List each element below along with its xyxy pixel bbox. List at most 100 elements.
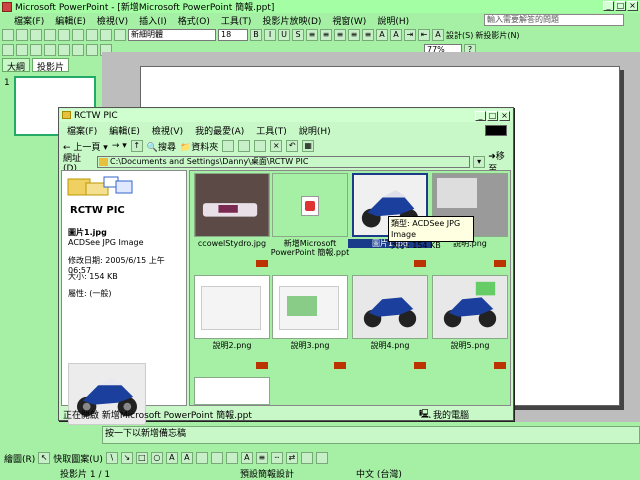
line-style-icon[interactable]: ≡	[255, 452, 268, 464]
draw-menu[interactable]: 繪圖(R)	[4, 452, 35, 465]
menu-window[interactable]: 視窗(W)	[332, 14, 366, 27]
clipart-icon[interactable]	[195, 452, 208, 464]
address-dropdown-icon[interactable]: ▾	[473, 156, 486, 168]
indent-icon[interactable]: ⇥	[404, 29, 416, 41]
textbox-icon[interactable]: A	[165, 452, 178, 464]
rectangle-icon[interactable]: □	[135, 452, 148, 464]
shadow-button[interactable]: S	[292, 29, 304, 41]
search-button[interactable]: 🔍搜尋	[147, 140, 176, 153]
ex-menu-tools[interactable]: 工具(T)	[256, 124, 287, 137]
outdent-icon[interactable]: ⇤	[418, 29, 430, 41]
help-question-box[interactable]: 輸入需要解答的問題	[484, 14, 624, 26]
tab-outline[interactable]: 大綱	[2, 58, 31, 73]
spellcheck-icon[interactable]	[58, 29, 70, 41]
bold-button[interactable]: B	[250, 29, 262, 41]
hyperlink-icon[interactable]	[2, 44, 14, 56]
design-button[interactable]: 設計(S)	[446, 30, 473, 41]
grayscale-icon[interactable]	[86, 44, 98, 56]
align-right-icon[interactable]: ≡	[334, 29, 346, 41]
status-language: 中文 (台灣)	[356, 469, 402, 480]
oval-icon[interactable]: ○	[150, 452, 163, 464]
file-tile[interactable]	[194, 377, 270, 405]
search-label: 搜尋	[157, 142, 176, 153]
menu-view[interactable]: 檢視(V)	[97, 14, 128, 27]
file-tile[interactable]: ccowelStydro.jpg	[194, 173, 270, 269]
address-field[interactable]: C:\Documents and Settings\Danny\桌面\RCTW …	[97, 156, 471, 168]
explorer-close-button[interactable]: ×	[499, 111, 510, 121]
file-tile[interactable]: 說明2.png	[194, 275, 270, 371]
dash-style-icon[interactable]: ┄	[270, 452, 283, 464]
menu-help[interactable]: 說明(H)	[377, 14, 409, 27]
menu-insert[interactable]: 插入(I)	[139, 14, 167, 27]
font-shrink-icon[interactable]: A	[390, 29, 402, 41]
italic-button[interactable]: I	[264, 29, 276, 41]
save-icon[interactable]	[30, 29, 42, 41]
menu-edit[interactable]: 編輯(E)	[55, 14, 86, 27]
picture-icon[interactable]	[44, 44, 56, 56]
font-color-icon[interactable]: A	[432, 29, 444, 41]
numbering-icon[interactable]: ≡	[348, 29, 360, 41]
wordart-icon[interactable]: A	[180, 452, 193, 464]
menu-slideshow[interactable]: 投影片放映(D)	[262, 14, 321, 27]
underline-button[interactable]: U	[278, 29, 290, 41]
file-tile[interactable]: 說明4.png	[352, 275, 428, 371]
font-size-combo[interactable]: 18	[218, 29, 248, 41]
explorer-maximize-button[interactable]: □	[487, 111, 498, 121]
new-icon[interactable]	[2, 29, 14, 41]
menu-file[interactable]: 檔案(F)	[14, 14, 44, 27]
menu-tools[interactable]: 工具(T)	[221, 14, 252, 27]
arrow-style-icon[interactable]: ⇄	[285, 452, 298, 464]
tab-slides[interactable]: 投影片	[32, 58, 70, 73]
file-tile[interactable]: 說明3.png	[272, 275, 348, 371]
menu-format[interactable]: 格式(O)	[178, 14, 210, 27]
line-color-icon[interactable]	[225, 452, 238, 464]
select-arrow-icon[interactable]: ↖	[38, 452, 51, 464]
copy-icon[interactable]	[86, 29, 98, 41]
format-painter-icon[interactable]	[58, 44, 70, 56]
text-color-icon[interactable]: A	[240, 452, 253, 464]
notes-pane[interactable]: 按一下以新增備忘稿	[102, 426, 640, 444]
drawing-toolbar: 繪圖(R) ↖ 快取圖案(U) \ ↘ □ ○ A A A ≡ ┄ ⇄	[0, 450, 640, 466]
explorer-window: RCTW PIC _ □ × 檔案(F) 編輯(E) 檢視(V) 我的最愛(A)…	[58, 107, 514, 425]
ex-menu-favorites[interactable]: 我的最愛(A)	[195, 124, 244, 137]
ex-menu-edit[interactable]: 編輯(E)	[109, 124, 140, 137]
forward-icon[interactable]: → ▾	[112, 141, 127, 151]
autoshapes-menu[interactable]: 快取圖案(U)	[53, 452, 103, 465]
redo-icon[interactable]	[72, 44, 84, 56]
align-center-icon[interactable]: ≡	[320, 29, 332, 41]
3d-style-icon[interactable]	[315, 452, 328, 464]
shadow-style-icon[interactable]	[300, 452, 313, 464]
undo-icon[interactable]	[114, 29, 126, 41]
open-icon[interactable]	[16, 29, 28, 41]
arrow-icon[interactable]: ↘	[120, 452, 133, 464]
fill-color-icon[interactable]	[210, 452, 223, 464]
minimize-button[interactable]: _	[603, 1, 614, 11]
move-to-icon[interactable]	[238, 140, 251, 152]
font-grow-icon[interactable]: A	[376, 29, 388, 41]
ex-menu-view[interactable]: 檢視(V)	[152, 124, 183, 137]
paste-icon[interactable]	[100, 29, 112, 41]
copy-to-icon[interactable]	[254, 140, 267, 152]
ex-menu-file[interactable]: 檔案(F)	[67, 124, 97, 137]
undo-icon[interactable]: ↶	[286, 140, 299, 152]
new-slide-button[interactable]: 新投影片(N)	[475, 30, 519, 41]
maximize-button[interactable]: □	[615, 1, 626, 11]
cut-icon[interactable]	[72, 29, 84, 41]
views-icon[interactable]: ▦	[302, 140, 315, 152]
chart-icon[interactable]	[30, 44, 42, 56]
folders-button[interactable]: 📁資料夾	[180, 140, 218, 153]
file-tile[interactable]: 新增Microsoft PowerPoint 簡報.ppt	[271, 173, 349, 269]
history-icon[interactable]	[222, 140, 235, 152]
ex-menu-help[interactable]: 說明(H)	[299, 124, 331, 137]
explorer-minimize-button[interactable]: _	[475, 111, 486, 121]
close-button[interactable]: ×	[627, 1, 638, 11]
file-tile[interactable]: 說明5.png	[432, 275, 508, 371]
table-icon[interactable]	[16, 44, 28, 56]
up-folder-icon[interactable]: ↑	[130, 140, 143, 152]
print-icon[interactable]	[44, 29, 56, 41]
align-left-icon[interactable]: ≡	[306, 29, 318, 41]
delete-icon[interactable]: ×	[270, 140, 283, 152]
line-icon[interactable]: \	[105, 452, 118, 464]
font-combo[interactable]: 新細明體	[128, 29, 216, 41]
bullets-icon[interactable]: ≡	[362, 29, 374, 41]
